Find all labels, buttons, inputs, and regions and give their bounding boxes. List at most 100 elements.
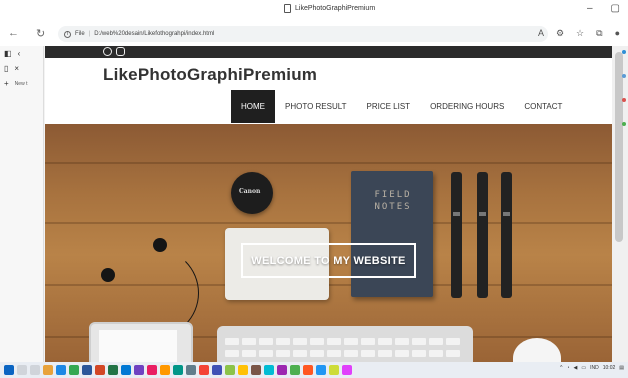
plus-icon: + <box>4 79 9 88</box>
network-icon[interactable]: ◔ <box>567 365 570 371</box>
whatsapp-icon[interactable] <box>103 47 112 56</box>
windows-start-icon[interactable] <box>4 365 14 375</box>
mouse-image <box>513 338 561 362</box>
tab-actions-icon[interactable]: ◧ <box>4 49 12 58</box>
system-tray: ^ ◔ ◀ ▭ IND 10:02 ▤ <box>560 365 624 371</box>
vertical-tabs-panel: ◧ ‹ ▯ × + New t <box>0 46 44 362</box>
browser-titlebar: LikePhotoGraphiPremium – ▢ <box>0 0 628 22</box>
volume-icon[interactable]: ◀ <box>574 365 578 371</box>
app-icon[interactable] <box>225 365 235 375</box>
nav-contact[interactable]: CONTACT <box>514 90 572 123</box>
profile-icon[interactable]: ● <box>615 28 620 39</box>
instagram-icon[interactable] <box>116 47 125 56</box>
app-icon[interactable] <box>264 365 274 375</box>
app-icon[interactable] <box>147 365 157 375</box>
vertical-tab-controls: ◧ ‹ <box>0 46 43 61</box>
restore-icon[interactable]: ▢ <box>611 3 620 14</box>
edge-sidebar <box>622 50 628 146</box>
sidebar-dot-icon[interactable] <box>622 122 626 126</box>
browser-tab[interactable]: LikePhotoGraphiPremium <box>284 4 375 13</box>
close-tab-icon[interactable]: × <box>14 64 19 73</box>
language-indicator[interactable]: IND <box>590 365 599 371</box>
new-tab-label: New t <box>14 80 28 87</box>
site-brand[interactable]: LikePhotoGraphiPremium <box>103 65 317 85</box>
window-controls: – ▢ <box>587 3 620 14</box>
key-row <box>225 350 460 357</box>
app-icon[interactable] <box>277 365 287 375</box>
wood-plank-line <box>45 222 612 224</box>
back-arrow-icon[interactable]: ← <box>8 27 19 39</box>
collapse-icon[interactable]: ‹ <box>18 49 21 58</box>
lens-cap-image: Canon <box>231 172 273 214</box>
social-topbar <box>45 46 612 58</box>
browser-tools: A ⚙ ☆ ⧉ ● <box>538 28 620 39</box>
notification-icon[interactable]: ▤ <box>619 365 624 371</box>
sidebar-dot-icon[interactable] <box>622 50 626 54</box>
nav-photo-result[interactable]: PHOTO RESULT <box>275 90 357 123</box>
battery-icon[interactable]: ▭ <box>581 365 586 371</box>
notebook-image: FIELD NOTES <box>351 171 433 297</box>
app-icon[interactable] <box>316 365 326 375</box>
main-nav: HOME PHOTO RESULT PRICE LIST ORDERING HO… <box>231 90 572 123</box>
app-icon[interactable] <box>212 365 222 375</box>
sidebar-dot-icon[interactable] <box>622 98 626 102</box>
app-icon[interactable] <box>303 365 313 375</box>
phone-screen <box>99 330 177 362</box>
extension-icon[interactable]: ⚙ <box>556 28 564 39</box>
clock[interactable]: 10:02 <box>603 365 616 371</box>
welcome-button[interactable]: WELCOME TO MY WEBSITE <box>241 243 416 278</box>
app-icon[interactable] <box>342 365 352 375</box>
address-path: D:/web%20desain/Likefothograhpi/index.ht… <box>94 31 215 37</box>
app-icon[interactable] <box>251 365 261 375</box>
notebook-title: FIELD NOTES <box>374 190 412 212</box>
mail-icon[interactable] <box>121 365 131 375</box>
task-view-icon[interactable] <box>30 365 40 375</box>
refresh-icon[interactable]: ↻ <box>36 27 45 40</box>
pen-image <box>451 172 462 298</box>
address-scheme: File <box>75 31 85 37</box>
read-aloud-icon[interactable]: A <box>538 28 544 39</box>
app-icon[interactable] <box>199 365 209 375</box>
info-icon: i <box>64 30 71 38</box>
nav-home[interactable]: HOME <box>231 90 275 123</box>
chrome-icon[interactable] <box>69 365 79 375</box>
lens-brand: Canon <box>239 188 261 195</box>
app-icon[interactable] <box>160 365 170 375</box>
nav-ordering-hours[interactable]: ORDERING HOURS <box>420 90 514 123</box>
chevron-up-icon[interactable]: ^ <box>560 365 562 371</box>
pen-image <box>477 172 488 298</box>
vertical-tab-item[interactable]: ▯ × <box>0 61 43 76</box>
nav-price-list[interactable]: PRICE LIST <box>357 90 421 123</box>
browser-toolbar: ← ↻ i File | D:/web%20desain/Likefothogr… <box>0 22 628 46</box>
word-icon[interactable] <box>82 365 92 375</box>
app-icon[interactable] <box>329 365 339 375</box>
address-bar[interactable]: i File | D:/web%20desain/Likefothograhpi… <box>58 26 548 42</box>
page-icon: ▯ <box>4 64 9 73</box>
file-explorer-icon[interactable] <box>43 365 53 375</box>
favorite-star-icon[interactable]: ☆ <box>576 28 584 39</box>
app-icon[interactable] <box>238 365 248 375</box>
browser-tab-title: LikePhotoGraphiPremium <box>295 5 376 12</box>
hero-banner: Canon FIELD NOTES WELCOME TO MY WEBSITE <box>45 124 612 362</box>
app-icon[interactable] <box>173 365 183 375</box>
app-icon[interactable] <box>290 365 300 375</box>
excel-icon[interactable] <box>108 365 118 375</box>
minimize-icon[interactable]: – <box>587 3 593 14</box>
edge-icon[interactable] <box>56 365 66 375</box>
sidebar-dot-icon[interactable] <box>622 74 626 78</box>
app-icon[interactable] <box>134 365 144 375</box>
web-page: LikePhotoGraphiPremium HOME PHOTO RESULT… <box>45 46 612 362</box>
search-icon[interactable] <box>17 365 27 375</box>
app-icon[interactable] <box>186 365 196 375</box>
windows-taskbar: ^ ◔ ◀ ▭ IND 10:02 ▤ <box>0 362 628 378</box>
wood-plank-line <box>45 162 612 164</box>
powerpoint-icon[interactable] <box>95 365 105 375</box>
address-separator: | <box>88 31 91 37</box>
collections-icon[interactable]: ⧉ <box>596 28 602 39</box>
phone-image <box>89 322 193 362</box>
document-icon <box>284 4 291 13</box>
new-tab-button[interactable]: + New t <box>0 76 43 91</box>
keyboard-image <box>217 326 473 362</box>
pen-image <box>501 172 512 298</box>
key-row <box>225 338 460 345</box>
